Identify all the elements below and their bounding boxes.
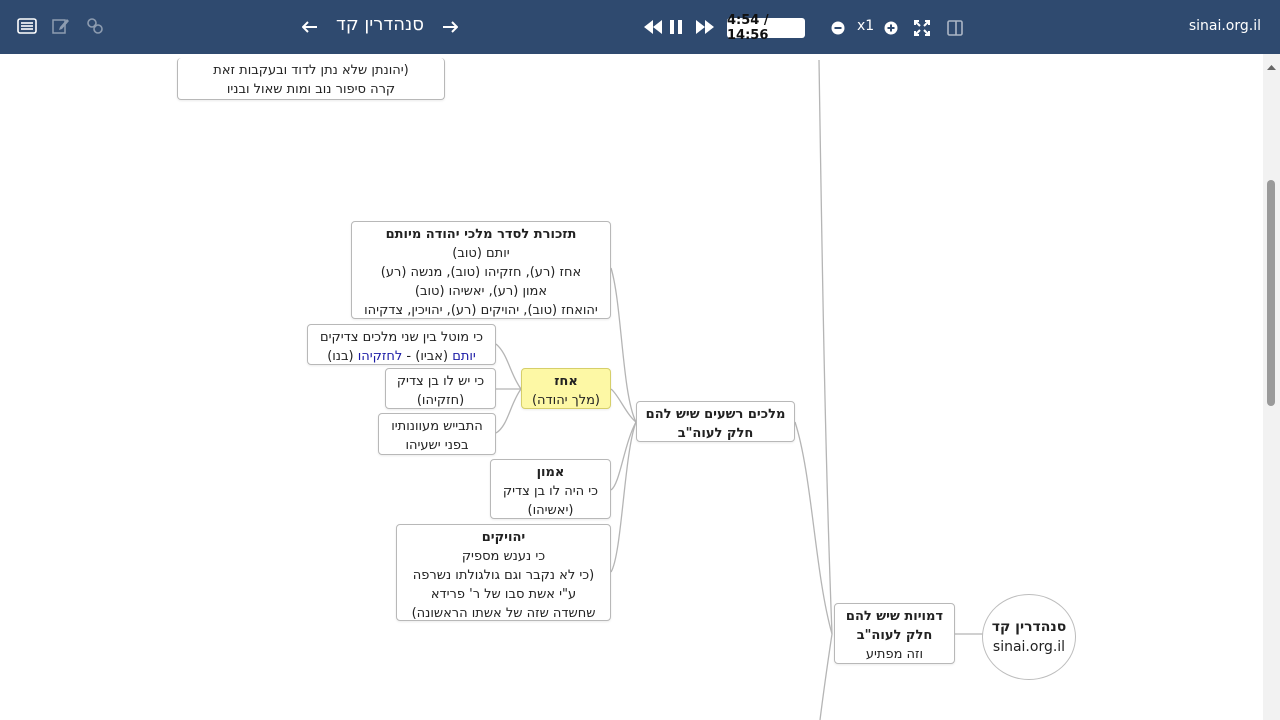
node-text: בפני ישעיהו — [405, 438, 469, 453]
node-text: קרה סיפור נוב ומות שאול ובניו — [226, 82, 396, 97]
king-name: לחזקיהו — [357, 349, 403, 364]
node-has-righteous-son[interactable]: כי יש לו בן צדיק (חזקיהו) — [385, 368, 496, 409]
playback-time: 4:54 / 14:56 — [727, 13, 805, 43]
node-surprising-figures[interactable]: דמויות שיש להם חלק לעוה"ב וזה מפתיע — [834, 603, 955, 664]
node-title: יהויקים — [481, 530, 526, 545]
node-yehonatan[interactable]: (יהונתן שלא נתן לדוד ובעקבות זאת קרה סיפ… — [177, 58, 445, 100]
pause-icon[interactable] — [666, 17, 686, 37]
connector-lines — [495, 59, 983, 720]
node-text: יהואחז (טוב), יהויקים (רע), יהויכין, צדק… — [364, 303, 598, 318]
scrollbar-thumb[interactable] — [1267, 180, 1275, 406]
zoom-out-icon[interactable] — [830, 20, 846, 36]
node-text: כי מוטל בין שני מלכים צדיקים — [319, 330, 484, 345]
arrow-left-icon[interactable] — [300, 17, 320, 37]
node-text: (חזקיהו) — [416, 393, 465, 408]
node-text: שחשדה שזה של אשתו הראשונה) — [411, 606, 596, 621]
zoom-level: x1 — [857, 18, 875, 34]
edit-icon[interactable] — [50, 15, 72, 37]
node-title: אחז — [554, 374, 578, 389]
node-text: כי היה לו בן צדיק — [502, 484, 599, 499]
node-text: (יאשיהו) — [527, 503, 574, 518]
node-text: (אביו) - — [402, 349, 453, 364]
root-node[interactable]: סנהדרין קד sinai.org.il — [982, 594, 1076, 680]
node-title: תזכורת לסדר מלכי יהודה מיותם — [385, 227, 577, 242]
node-text: כי יש לו בן צדיק — [396, 374, 485, 389]
node-text: (יהונתן שלא נתן לדוד ובעקבות זאת — [213, 63, 409, 78]
root-title: סנהדרין קד — [991, 619, 1067, 635]
fast-forward-icon[interactable] — [694, 17, 716, 37]
node-yehoyakim[interactable]: יהויקים כי נענש מספיק (כי לא נקבר וגם גו… — [396, 524, 611, 621]
node-text: אחז (רע), חזקיהו (טוב), מנשה (רע) — [380, 265, 582, 280]
node-text: התבייש מעוונותיו — [391, 419, 483, 434]
node-achaz[interactable]: אחז (מלך יהודה) — [521, 368, 611, 409]
node-text: (מלך יהודה) — [531, 393, 600, 408]
node-text: ע"י אשת סבו של ר' פרידא — [430, 587, 577, 602]
node-text: אמון (רע), יאשיהו (טוב) — [414, 284, 548, 299]
link-icon[interactable] — [84, 15, 106, 37]
node-title: אמון — [536, 465, 565, 480]
node-title: חלק לעוה"ב — [677, 426, 754, 441]
list-icon[interactable] — [16, 15, 38, 37]
arrow-right-icon[interactable] — [440, 17, 460, 37]
rewind-icon[interactable] — [642, 17, 664, 37]
split-view-icon[interactable] — [945, 18, 965, 38]
node-title: דמויות שיש להם — [845, 609, 944, 624]
node-ashamed[interactable]: התבייש מעוונותיו בפני ישעיהו — [378, 413, 496, 455]
node-text: וזה מפתיע — [865, 647, 924, 662]
node-between-righteous[interactable]: כי מוטל בין שני מלכים צדיקים יותם (אביו)… — [307, 324, 496, 365]
vertical-scrollbar[interactable] — [1263, 54, 1280, 720]
scroll-up-icon[interactable] — [1263, 60, 1280, 74]
node-text: (כי לא נקבר וגם גולגולתו נשרפה — [412, 568, 595, 583]
node-evil-kings[interactable]: מלכים רשעים שיש להם חלק לעוה"ב — [636, 401, 795, 442]
fullscreen-icon[interactable] — [912, 18, 932, 38]
node-text: (בנו) — [327, 349, 358, 364]
node-text: יותם (טוב) — [452, 246, 510, 261]
node-amon[interactable]: אמון כי היה לו בן צדיק (יאשיהו) — [490, 459, 611, 519]
zoom-in-icon[interactable] — [883, 20, 899, 36]
king-name: יותם — [452, 349, 476, 364]
node-title: חלק לעוה"ב — [856, 628, 933, 643]
node-kings-order-reminder[interactable]: תזכורת לסדר מלכי יהודה מיותם יותם (טוב) … — [351, 221, 611, 319]
node-text: יותם (אביו) - לחזקיהו (בנו) — [314, 347, 489, 366]
root-site: sinai.org.il — [992, 639, 1066, 655]
top-toolbar: סנהדרין קד 4:54 / 14:56 x1 sinai.org.il — [0, 0, 1280, 54]
node-text: כי נענש מספיק — [461, 549, 546, 564]
mindmap-canvas[interactable]: (יהונתן שלא נתן לדוד ובעקבות זאת קרה סיפ… — [0, 54, 1263, 720]
page-title: סנהדרין קד — [336, 14, 424, 35]
node-title: מלכים רשעים שיש להם — [645, 407, 786, 422]
site-name[interactable]: sinai.org.il — [1189, 18, 1261, 34]
